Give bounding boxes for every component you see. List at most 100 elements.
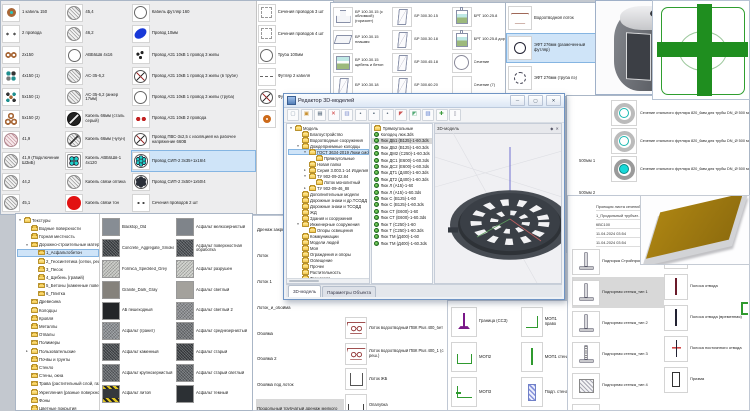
- model-file-item[interactable]: Люк ТМ (Д400)-1-60.3ds: [372, 240, 432, 246]
- view-grid-icon[interactable]: ▥: [341, 109, 353, 121]
- cable-item[interactable]: 41,9 (Подключение ШЗиБ): [1, 150, 64, 171]
- drainage-row[interactable]: Обойма 2: [256, 347, 344, 373]
- texture-tree-item[interactable]: Горная местность: [17, 232, 99, 240]
- texture-tree-item[interactable]: Цветные покрытия: [17, 404, 99, 410]
- render-icon[interactable]: ◤: [395, 109, 407, 121]
- tray-item[interactable]: ЭФТ 276мм (размеченный футляр): [506, 33, 597, 63]
- tray-item[interactable]: Водоотводной лоток: [506, 3, 597, 33]
- texture-tree-item[interactable]: Стены, окна: [17, 372, 99, 380]
- texture-item[interactable]: Formica_Speckled_Grey: [100, 259, 174, 280]
- model-file-item[interactable]: Люк ДС1 (Е600)-1-60.3ds: [372, 157, 432, 163]
- model-file-item[interactable]: Люк ДС2 (Е600)-1-60.3ds: [372, 163, 432, 169]
- texture-item[interactable]: Асфальт мелкозернистый: [174, 217, 252, 238]
- texture-item[interactable]: Асфальт литой: [100, 383, 174, 404]
- tree-scrollbar[interactable]: [287, 278, 369, 283]
- model-file-item[interactable]: Люк С (В125)-1-60.3ds: [372, 202, 432, 208]
- curb-item[interactable]: БР 100.30.15 (с обломкой) (горизонт): [333, 5, 390, 28]
- texture-tree-item[interactable]: 4_Щебень (гравий): [17, 273, 99, 281]
- drainage-item[interactable]: Лоток водоотводный ПВК Plus 400_1 (с реш…: [345, 341, 447, 367]
- material-icon[interactable]: ◩: [409, 109, 421, 121]
- cable-item[interactable]: 46,2: [64, 23, 130, 44]
- texture-item[interactable]: Асфальт (гранит): [100, 321, 174, 342]
- cable-item[interactable]: 5х150 (2): [1, 108, 64, 129]
- section-item[interactable]: Сечение стального футляра 820_6мм для тр…: [611, 99, 749, 127]
- texture-icon[interactable]: ▧: [422, 109, 434, 121]
- texture-item[interactable]: Асфальт среднезернистый: [174, 321, 252, 342]
- boundary-item[interactable]: МОП1 стена: [521, 339, 569, 374]
- curb-item[interactable]: БР 100.30.15 щебень и бетон: [333, 51, 390, 74]
- texture-item[interactable]: Асфальт поверхностная обработка: [174, 238, 252, 259]
- curb-item[interactable]: БР 300.30.18: [392, 28, 449, 51]
- expand-arrow-icon[interactable]: ▾: [289, 126, 293, 130]
- cable-item[interactable]: 2х150: [1, 44, 64, 65]
- cable-item[interactable]: Провод АЗ1 10кВ 1 провод 3 жилы (труба): [131, 87, 256, 108]
- cable-item[interactable]: Кабель 66мм (сталь серый): [64, 108, 130, 129]
- texture-item[interactable]: Асфальт старый светлый: [174, 363, 252, 384]
- section-item[interactable]: Сечение стального футляра 820_6мм для тр…: [611, 155, 749, 183]
- cable-item[interactable]: 45,1: [1, 193, 64, 214]
- drainage-row[interactable]: Обойма: [256, 321, 344, 347]
- texture-tree-item[interactable]: Водные поверхности: [17, 224, 99, 232]
- expand-arrow-icon[interactable]: ▾: [25, 243, 29, 247]
- right-of-way-item[interactable]: Полоса постоянного отвода: [664, 333, 749, 364]
- cable-item[interactable]: Кабель связи оптика: [64, 172, 130, 193]
- cable-item[interactable]: 45,4: [64, 2, 130, 23]
- drainage-row[interactable]: Обойма под лоток: [256, 373, 344, 399]
- dialog-tab[interactable]: Параметры Объекта: [322, 286, 376, 297]
- cable-item[interactable]: 1 кабель 150: [1, 2, 64, 23]
- texture-tree-item[interactable]: Древесина: [17, 298, 99, 306]
- right-of-way-item[interactable]: Полоса отвода: [664, 271, 749, 302]
- texture-tree-item[interactable]: Почвы и грунты: [17, 355, 99, 363]
- cable-item[interactable]: Кабель 66мм (чугун): [64, 129, 130, 150]
- wall-item[interactable]: Подпорная стенка_тип 1: [572, 277, 664, 308]
- cable-item[interactable]: 41,9: [1, 129, 64, 150]
- right-of-way-item[interactable]: Призма: [664, 364, 749, 395]
- cable-item[interactable]: Провод АЗ1 10кВ 1 провод 3 жилы (в трубе…: [131, 66, 256, 87]
- wall-item[interactable]: [572, 401, 664, 411]
- texture-tree-item[interactable]: Отвалы: [17, 331, 99, 339]
- texture-tree-item[interactable]: Укрепления (разные поверхности): [17, 388, 99, 396]
- texture-item[interactable]: Асфальт светлый: [174, 279, 252, 300]
- cable-item[interactable]: Футляр 2 кабеля: [257, 66, 333, 87]
- cable-item[interactable]: Кабель футляр 160: [131, 2, 256, 23]
- boundary-item[interactable]: МОП1 право: [521, 304, 569, 339]
- dialog-tab[interactable]: 3D-модель: [288, 285, 321, 297]
- cable-item[interactable]: АС-35-6,2: [64, 66, 130, 87]
- save-icon[interactable]: ▦: [314, 109, 326, 121]
- section-item[interactable]: Сечение стального футляра 820_6мм для тр…: [611, 127, 749, 155]
- cable-item[interactable]: Провод СИП-2 3х35+1х16/4: [131, 150, 256, 171]
- delete-icon[interactable]: ✕: [328, 109, 340, 121]
- texture-tree-item[interactable]: 1_Асфальтобетон: [17, 249, 99, 257]
- view-medium-icon[interactable]: ▪: [368, 109, 380, 121]
- drainage-item[interactable]: Опалубка: [345, 392, 447, 411]
- texture-item[interactable]: Granite_Dark_Gray: [100, 279, 174, 300]
- cable-item[interactable]: АВБбШв 4х16: [64, 44, 130, 65]
- texture-tree-item[interactable]: Полимеры: [17, 339, 99, 347]
- texture-tree-item[interactable]: ▸Пользовательские: [17, 347, 99, 355]
- texture-tree-item[interactable]: 2_Геосинтетика (сетки, решетки): [17, 257, 99, 265]
- viewport-3d[interactable]: 3D-модель ◆✕: [434, 123, 562, 284]
- cable-item[interactable]: Труба 100мм: [257, 45, 333, 66]
- texture-tree-item[interactable]: ▾Текстуры: [17, 216, 99, 224]
- cable-item[interactable]: Провод ПВС-3х2,5 с изоляцией на рабочее …: [131, 129, 256, 150]
- boundary-item[interactable]: Граница (ССЗ): [451, 304, 518, 339]
- texture-item[interactable]: Асфальт старый: [174, 342, 252, 363]
- drainage-row[interactable]: Продольный трубчатый дренаж мелкого зало…: [256, 399, 344, 411]
- expand-arrow-icon[interactable]: ▾: [296, 222, 300, 226]
- boundary-item[interactable]: МОП3: [451, 375, 518, 410]
- cable-item[interactable]: Кабель АВБбШв-1 4х120: [64, 150, 130, 171]
- texture-tree-item[interactable]: Стекло: [17, 363, 99, 371]
- texture-tree-item[interactable]: Кровля: [17, 314, 99, 322]
- tray-item[interactable]: ЭФТ 276мм (труба пэ): [506, 63, 597, 93]
- expand-arrow-icon[interactable]: ▾: [296, 144, 300, 148]
- expand-arrow-icon[interactable]: ▸: [303, 168, 307, 172]
- model-file-item[interactable]: Люк ДТ2 (Д400)-1-60.3ds: [372, 176, 432, 182]
- pin-icon[interactable]: ◆: [550, 126, 553, 131]
- cable-item[interactable]: 44,2: [1, 172, 64, 193]
- texture-tree-item[interactable]: 6_Плитка: [17, 290, 99, 298]
- curb-item[interactable]: БРТ 100.25.8 дор: [452, 28, 509, 51]
- viewport-close-icon[interactable]: ✕: [555, 126, 559, 131]
- cable-item[interactable]: Провод АЗ1 10кВ 1 провод 3 жилы: [131, 44, 256, 65]
- texture-tree-item[interactable]: ▾Дорожно-строительные материалы: [17, 241, 99, 249]
- texture-item[interactable]: Concrete_Aggregate_Smoke: [100, 238, 174, 259]
